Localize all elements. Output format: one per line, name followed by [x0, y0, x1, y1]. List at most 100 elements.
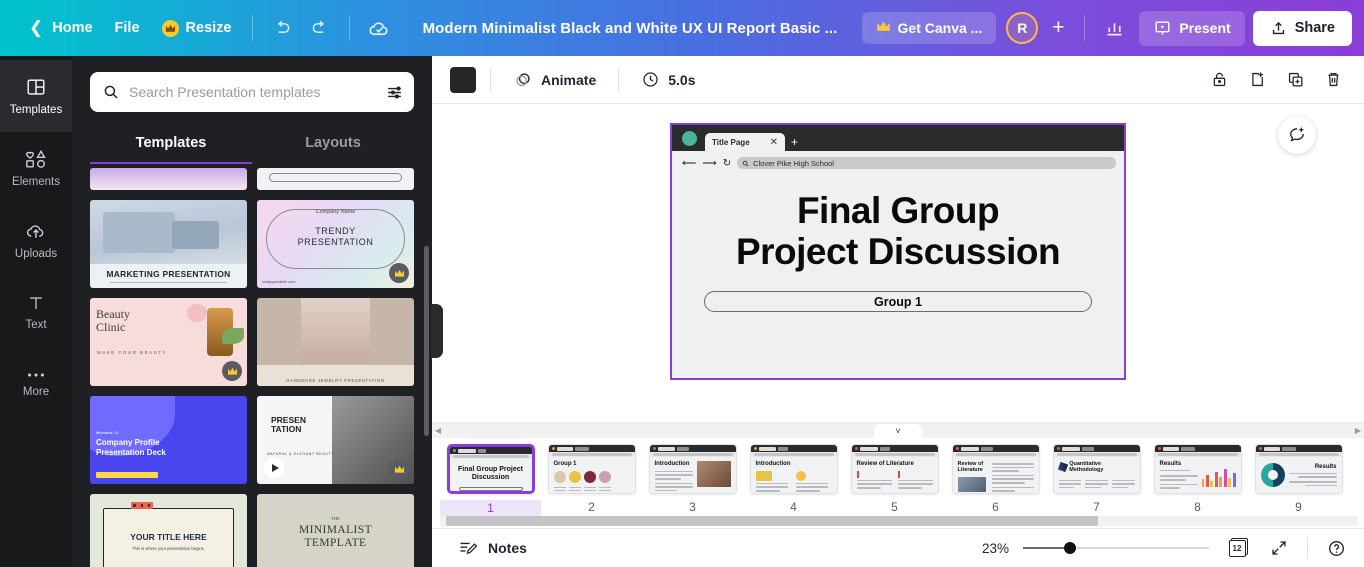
slide-canvas[interactable]: Title Page ✕ + ⟵ ⟶ ↻ Clover Pike High Sc… — [670, 123, 1126, 380]
insights-button[interactable] — [1095, 9, 1133, 47]
page-count-button[interactable]: 12 — [1223, 534, 1251, 562]
page-thumbnail[interactable]: Introduction — [648, 444, 737, 494]
top-navigation-bar: ❮ Home File Resize Modern Minimalist Bla… — [0, 0, 1364, 56]
pages-thumbnail-strip[interactable]: Final Group Project Discussion 1 Group 1 — [432, 438, 1364, 528]
browser-tab[interactable]: Title Page ✕ — [705, 133, 786, 151]
help-button[interactable] — [1322, 534, 1350, 562]
scroll-left-arrow[interactable]: ◀ — [435, 426, 441, 435]
page-thumbnail-item[interactable]: Quantitative Methodology 7 — [1046, 444, 1147, 514]
page-thumbnail-item[interactable]: Introduction 4 — [743, 444, 844, 514]
lock-page-button[interactable] — [1202, 63, 1236, 97]
search-icon — [742, 160, 749, 166]
page-thumbnail-item[interactable]: Final Group Project Discussion 1 — [440, 444, 541, 516]
zoom-slider-handle[interactable] — [1063, 542, 1076, 554]
fullscreen-button[interactable] — [1265, 534, 1293, 562]
panel-scrollbar[interactable] — [424, 246, 429, 436]
duplicate-page-button[interactable] — [1278, 63, 1312, 97]
page-thumbnail-item[interactable]: Review of Literature 5 — [844, 444, 945, 514]
scroll-right-arrow[interactable]: ▶ — [1355, 426, 1361, 435]
slide-title[interactable]: Final Group Project Discussion — [672, 190, 1124, 272]
page-title: Review of Literature — [957, 461, 984, 474]
template-card[interactable] — [257, 168, 414, 190]
sidebar-item-text[interactable]: Text — [0, 276, 72, 348]
template-card[interactable]: THE MINIMALISTTEMPLATE www.name.comFull … — [257, 494, 414, 567]
slide-group-pill[interactable]: Group 1 — [704, 291, 1092, 313]
document-title[interactable]: Modern Minimalist Black and White UX UI … — [398, 20, 861, 37]
add-page-button[interactable] — [1240, 63, 1274, 97]
page-thumbnail[interactable]: Final Group Project Discussion — [446, 444, 535, 494]
sidebar-item-templates[interactable]: Templates — [0, 60, 72, 132]
template-card[interactable]: MARKETING PRESENTATION — [90, 200, 247, 288]
new-tab-button[interactable]: + — [791, 135, 798, 149]
collapse-pages-chevron[interactable]: ˅ — [874, 424, 922, 438]
search-input[interactable] — [129, 84, 376, 100]
animate-button[interactable]: Animate — [505, 64, 604, 96]
page-thumbnail-item[interactable]: Results 8 — [1147, 444, 1248, 514]
page-thumbnail-item[interactable]: Results 9 — [1248, 444, 1349, 514]
delete-page-button[interactable] — [1316, 63, 1350, 97]
template-results-scroll[interactable]: MARKETING PRESENTATION Company Name TREN… — [72, 168, 432, 567]
present-screen-icon — [1155, 20, 1170, 35]
add-comment-button[interactable] — [1278, 116, 1316, 154]
close-icon[interactable]: ✕ — [770, 137, 778, 148]
share-button[interactable]: Share — [1252, 10, 1352, 46]
slide-title-line1: Final Group — [796, 190, 1000, 231]
template-card[interactable]: YOUR TITLE HERE This is where your prese… — [90, 494, 247, 567]
template-card[interactable]: Company Name TRENDY PRESENTATION reallygr… — [257, 200, 414, 288]
reload-icon[interactable]: ↻ — [723, 158, 731, 169]
video-play-badge[interactable] — [264, 458, 284, 478]
template-card[interactable]: Michaela Co. Company Profile Presentation… — [90, 396, 247, 484]
template-card[interactable]: HANDMADE JEWELRY PRESENTATION — [257, 298, 414, 386]
resize-button[interactable]: Resize — [151, 13, 243, 44]
collapse-panel-button[interactable]: chevron-left-icon — [431, 304, 443, 358]
get-canva-pro-button[interactable]: Get Canva ... — [861, 12, 997, 44]
canvas-horizontal-scrollbar[interactable]: ◀ ˅ ▶ — [432, 422, 1364, 438]
sidebar-item-more[interactable]: More — [0, 348, 72, 420]
notes-button[interactable]: Notes — [450, 533, 535, 563]
redo-button[interactable] — [301, 9, 339, 47]
share-label: Share — [1294, 20, 1335, 36]
page-thumbnail-item[interactable]: Group 1 2 — [541, 444, 642, 514]
page-thumbnail[interactable]: Review of Literature — [951, 444, 1040, 494]
page-thumbnail[interactable]: Results — [1254, 444, 1343, 494]
canvas-toolbar: Animate 5.0s — [432, 56, 1364, 104]
sidebar-item-uploads[interactable]: Uploads — [0, 204, 72, 276]
present-button[interactable]: Present — [1139, 10, 1245, 46]
file-menu-button[interactable]: File — [104, 13, 151, 43]
page-thumbnail-item[interactable]: Introduction 3 — [642, 444, 743, 514]
page-color-swatch[interactable] — [450, 66, 476, 93]
share-upload-icon — [1272, 21, 1284, 34]
page-thumbnail[interactable]: Review of Literature — [850, 444, 939, 494]
page-title: Quantitative Methodology — [1069, 461, 1104, 474]
page-thumbnail-item[interactable]: Review of Literature 6 — [945, 444, 1046, 514]
arrow-right-icon[interactable]: ⟶ — [702, 158, 716, 169]
page-thumbnail[interactable]: Results — [1153, 444, 1242, 494]
page-thumbnail[interactable]: Group 1 — [547, 444, 636, 494]
clock-icon — [643, 72, 658, 87]
arrow-left-icon[interactable]: ⟵ — [682, 158, 696, 169]
tab-layouts[interactable]: Layouts — [252, 126, 414, 164]
cloud-save-status-button[interactable] — [360, 9, 398, 47]
canvas-area[interactable]: Title Page ✕ + ⟵ ⟶ ↻ Clover Pike High Sc… — [432, 104, 1364, 422]
browser-mock-navbar: ⟵ ⟶ ↻ Clover Pike High School — [672, 151, 1124, 169]
browser-address-bar[interactable]: Clover Pike High School — [737, 157, 1116, 169]
duplicate-page-icon — [1288, 72, 1302, 87]
template-card[interactable] — [90, 168, 247, 190]
toolbar-divider-3 — [1084, 15, 1086, 41]
pages-strip-scrollbar[interactable] — [440, 516, 1358, 526]
template-card[interactable]: Beauty Clinic MAKE YOUR BEAUTY — [90, 298, 247, 386]
pages-strip-scroll-thumb[interactable] — [446, 516, 1098, 526]
bottom-divider — [1307, 537, 1308, 559]
template-card[interactable]: PRESEN TATION NATURAL & ELEGANT BEAUTY — [257, 396, 414, 484]
search-box[interactable] — [90, 72, 414, 112]
page-thumbnail[interactable]: Introduction — [749, 444, 838, 494]
avatar[interactable]: R — [1006, 12, 1039, 44]
tab-templates[interactable]: Templates — [90, 126, 252, 164]
zoom-slider[interactable] — [1023, 541, 1209, 555]
page-thumbnail[interactable]: Quantitative Methodology — [1052, 444, 1141, 494]
undo-button[interactable] — [263, 9, 301, 47]
sidebar-item-elements[interactable]: Elements — [0, 132, 72, 204]
add-collaborator-button[interactable]: + — [1042, 12, 1074, 44]
page-duration-button[interactable]: 5.0s — [633, 64, 703, 95]
home-button[interactable]: ❮ Home — [18, 11, 104, 45]
